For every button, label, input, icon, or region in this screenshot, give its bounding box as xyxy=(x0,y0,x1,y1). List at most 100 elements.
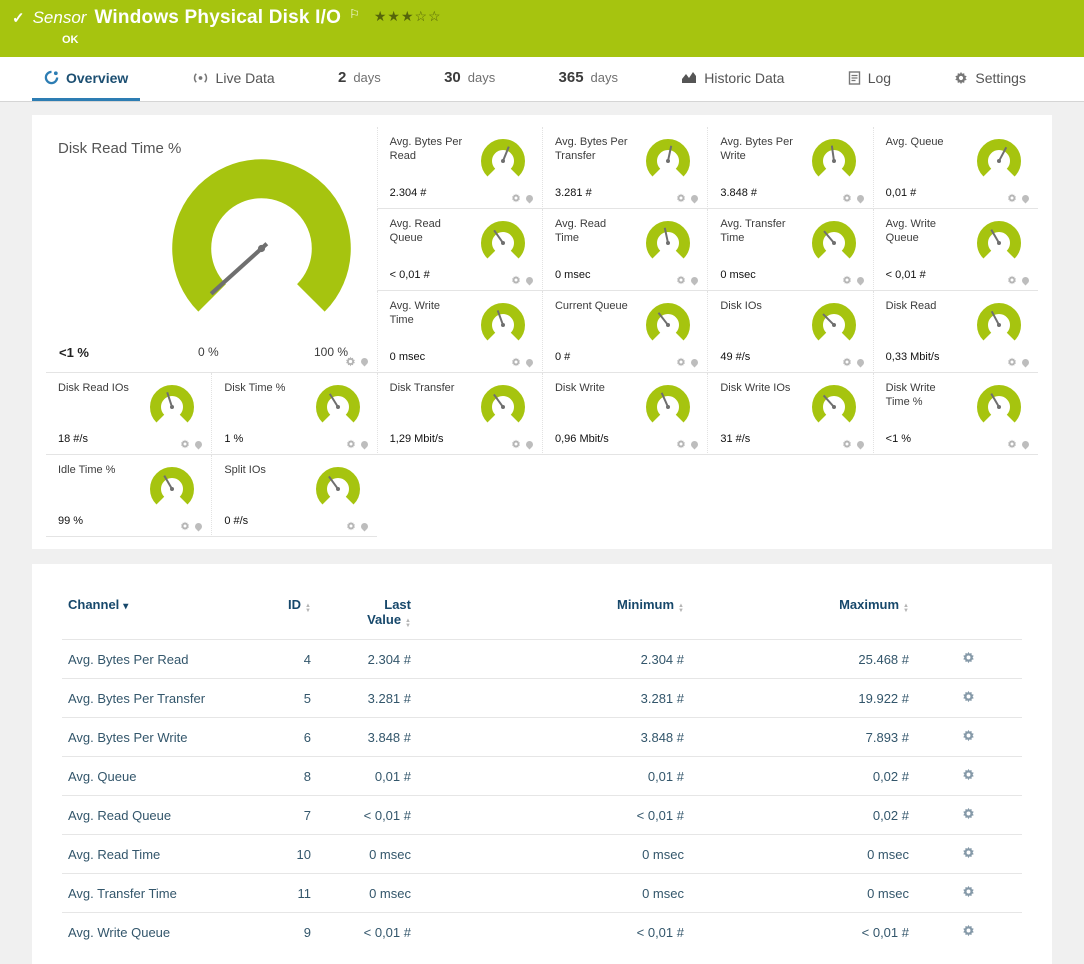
cell-last-value: < 0,01 # xyxy=(317,796,417,835)
gauge-value: 18 #/s xyxy=(58,433,88,445)
gauge-value: 0 #/s xyxy=(224,515,248,527)
table-row: Avg. Bytes Per Write 6 3.848 # 3.848 # 7… xyxy=(62,718,1022,757)
gauge-tile-disk-write-ios: Disk Write IOs 31 #/s xyxy=(707,373,872,455)
gear-icon[interactable] xyxy=(842,439,852,449)
col-header-last-value[interactable]: Last Value▲▼ xyxy=(317,589,417,640)
channel-settings-gear-icon[interactable] xyxy=(962,885,975,898)
gauge-dial xyxy=(480,302,526,348)
cell-channel[interactable]: Avg. Bytes Per Write xyxy=(62,718,242,757)
pin-icon[interactable] xyxy=(855,439,865,449)
tab-label: Settings xyxy=(975,70,1026,86)
tab-historic-data[interactable]: Historic Data xyxy=(669,57,796,101)
pin-icon[interactable] xyxy=(359,439,369,449)
pin-icon[interactable] xyxy=(525,193,535,203)
cell-maximum: 0 msec xyxy=(690,835,915,874)
gauge-value: 3.848 # xyxy=(720,187,757,199)
pin-icon[interactable] xyxy=(855,275,865,285)
channel-settings-gear-icon[interactable] xyxy=(962,690,975,703)
gauge-tile-avg-queue: Avg. Queue 0,01 # xyxy=(873,127,1038,209)
gear-icon[interactable] xyxy=(180,521,190,531)
pin-icon[interactable] xyxy=(690,275,700,285)
tab-live-data[interactable]: Live Data xyxy=(180,57,287,101)
gear-icon[interactable] xyxy=(676,193,686,203)
pin-icon[interactable] xyxy=(525,275,535,285)
pin-icon[interactable] xyxy=(525,357,535,367)
table-row: Avg. Write Queue 9 < 0,01 # < 0,01 # < 0… xyxy=(62,913,1022,952)
cell-last-value: 3.848 # xyxy=(317,718,417,757)
gauge-dial xyxy=(149,466,195,512)
col-header-minimum[interactable]: Minimum▲▼ xyxy=(417,589,690,640)
tab-365-days[interactable]: 365days xyxy=(547,57,631,101)
sensor-type-label: Sensor xyxy=(33,8,87,28)
gauge-tile-avg-bytes-per-transfer: Avg. Bytes Per Transfer 3.281 # xyxy=(542,127,707,209)
tab-overview[interactable]: Overview xyxy=(32,57,140,101)
pin-icon[interactable] xyxy=(1021,439,1031,449)
gear-icon[interactable] xyxy=(676,439,686,449)
gear-icon[interactable] xyxy=(511,193,521,203)
rating-stars[interactable]: ★★★☆☆ xyxy=(374,8,442,25)
gear-icon[interactable] xyxy=(346,521,356,531)
pin-icon[interactable] xyxy=(690,193,700,203)
gear-icon[interactable] xyxy=(1007,193,1017,203)
cell-channel[interactable]: Avg. Bytes Per Read xyxy=(62,640,242,679)
cell-channel[interactable]: Avg. Bytes Per Transfer xyxy=(62,679,242,718)
channel-settings-gear-icon[interactable] xyxy=(962,729,975,742)
gear-icon[interactable] xyxy=(1007,275,1017,285)
cell-last-value: 2.304 # xyxy=(317,640,417,679)
channel-settings-gear-icon[interactable] xyxy=(962,846,975,859)
pin-icon[interactable] xyxy=(1021,193,1031,203)
gauge-tile-disk-write-time-: Disk Write Time % <1 % xyxy=(873,373,1038,455)
cell-channel[interactable]: Avg. Read Time xyxy=(62,835,242,874)
pin-icon[interactable] xyxy=(855,193,865,203)
col-header-maximum[interactable]: Maximum▲▼ xyxy=(690,589,915,640)
cell-channel[interactable]: Avg. Read Queue xyxy=(62,796,242,835)
gear-icon[interactable] xyxy=(345,356,356,367)
col-header-channel[interactable]: Channel▾ xyxy=(62,589,242,640)
gear-icon[interactable] xyxy=(842,357,852,367)
pin-icon[interactable] xyxy=(690,357,700,367)
cell-channel[interactable]: Avg. Transfer Time xyxy=(62,874,242,913)
channel-settings-gear-icon[interactable] xyxy=(962,651,975,664)
tab-settings[interactable]: Settings xyxy=(942,57,1038,101)
pin-icon[interactable] xyxy=(1021,275,1031,285)
pin-icon[interactable] xyxy=(194,439,204,449)
cell-last-value: < 0,01 # xyxy=(317,913,417,952)
gauge-dial xyxy=(645,220,691,266)
cell-channel[interactable]: Avg. Queue xyxy=(62,757,242,796)
channel-settings-gear-icon[interactable] xyxy=(962,768,975,781)
priority-flag-icon[interactable]: ⚐ xyxy=(349,7,360,21)
col-header-id[interactable]: ID▲▼ xyxy=(242,589,317,640)
pin-icon[interactable] xyxy=(194,521,204,531)
channel-settings-gear-icon[interactable] xyxy=(962,924,975,937)
gear-icon[interactable] xyxy=(842,275,852,285)
cell-channel[interactable]: Avg. Write Queue xyxy=(62,913,242,952)
gear-icon[interactable] xyxy=(842,193,852,203)
gear-icon[interactable] xyxy=(676,357,686,367)
gear-icon[interactable] xyxy=(1007,357,1017,367)
pin-icon[interactable] xyxy=(690,439,700,449)
gauge-value: 0 msec xyxy=(555,269,590,281)
pin-icon[interactable] xyxy=(359,521,369,531)
pin-icon[interactable] xyxy=(525,439,535,449)
gear-icon[interactable] xyxy=(1007,439,1017,449)
gauge-dial xyxy=(645,384,691,430)
pin-icon[interactable] xyxy=(1021,357,1031,367)
pin-icon[interactable] xyxy=(855,357,865,367)
gear-icon[interactable] xyxy=(511,275,521,285)
gear-icon[interactable] xyxy=(511,439,521,449)
gear-icon[interactable] xyxy=(511,357,521,367)
gauge-tile-avg-write-time: Avg. Write Time 0 msec xyxy=(377,291,542,373)
pin-icon[interactable] xyxy=(359,357,369,367)
tab-2-days[interactable]: 2days xyxy=(326,57,393,101)
tab-label: Overview xyxy=(66,70,128,86)
channel-table-body: Avg. Bytes Per Read 4 2.304 # 2.304 # 25… xyxy=(62,640,1022,952)
tab-30-days[interactable]: 30days xyxy=(432,57,507,101)
col-header-actions xyxy=(915,589,1022,640)
tab-log[interactable]: Log xyxy=(836,57,903,101)
gear-icon[interactable] xyxy=(676,275,686,285)
sort-icon: ▲▼ xyxy=(305,604,311,614)
gauge-value: 1,29 Mbit/s xyxy=(390,433,444,445)
gear-icon[interactable] xyxy=(180,439,190,449)
gear-icon[interactable] xyxy=(346,439,356,449)
channel-settings-gear-icon[interactable] xyxy=(962,807,975,820)
